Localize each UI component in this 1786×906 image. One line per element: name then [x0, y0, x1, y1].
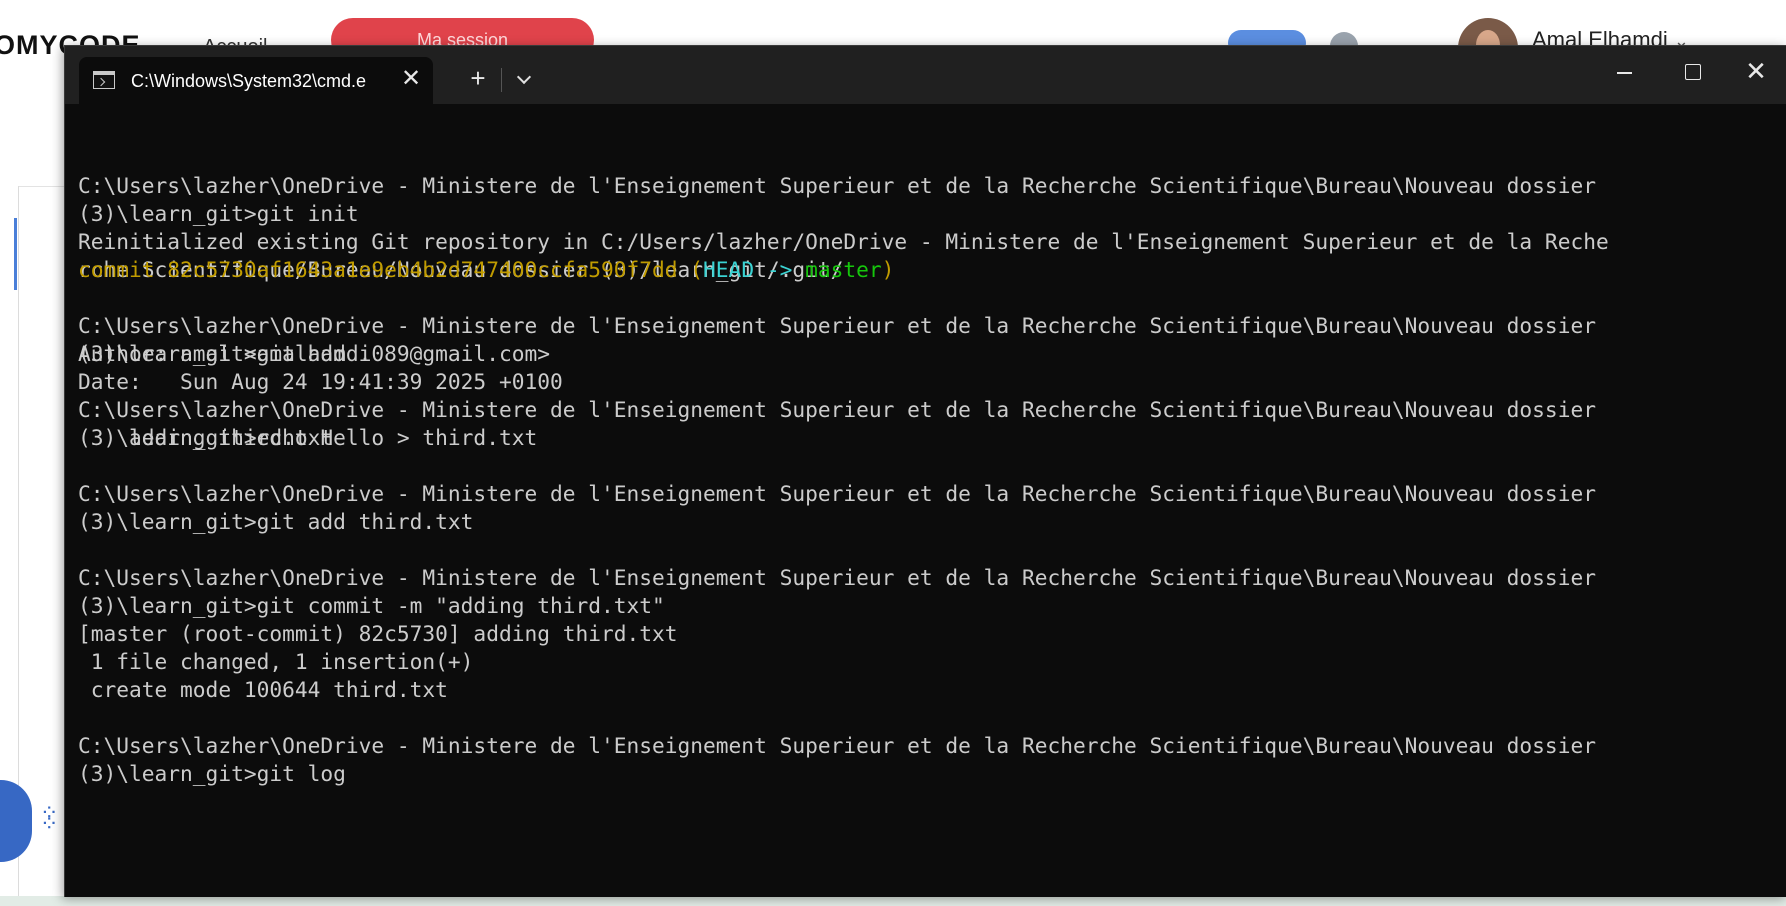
- commit-head-ref: HEAD ->: [703, 257, 793, 282]
- console-line: (3)\learn_git>git commit -m "adding thir…: [78, 593, 665, 618]
- minimize-button[interactable]: [1591, 46, 1657, 96]
- console-line: C:\Users\lazher\OneDrive - Ministere de …: [78, 397, 1596, 422]
- commit-line: commit 82c5730af1643a1e9eb4b2d747400ccfa…: [78, 256, 1758, 284]
- terminal-scrollbar[interactable]: [1775, 106, 1781, 886]
- close-tab-icon[interactable]: ✕: [400, 67, 422, 91]
- console-line: (3)\learn_git>git add third.txt: [78, 509, 474, 534]
- console-line: (3)\learn_git>git init: [78, 201, 359, 226]
- commit-hash: commit 82c5730af1643a1e9eb4b2d747400ccfa…: [78, 257, 678, 282]
- terminal-window[interactable]: C:\Windows\System32\cmd.e ✕ + ✕ C:\Users…: [64, 45, 1786, 897]
- console-line: C:\Users\lazher\OneDrive - Ministere de …: [78, 313, 1596, 338]
- tab-dropdown-button[interactable]: [507, 62, 541, 96]
- console-line: Reinitialized existing Git repository in…: [78, 229, 1609, 254]
- tab-title: C:\Windows\System32\cmd.e: [131, 71, 367, 91]
- console-line: C:\Users\lazher\OneDrive - Ministere de …: [78, 481, 1596, 506]
- console-line: adding third.txt: [78, 425, 334, 450]
- close-window-button[interactable]: ✕: [1723, 46, 1786, 96]
- console-line: (3)\learn_git>git log: [78, 761, 346, 786]
- console-line: Date: Sun Aug 24 19:41:39 2025 +0100: [78, 369, 563, 394]
- console-line: [master (root-commit) 82c5730] adding th…: [78, 621, 678, 646]
- tab-cmd[interactable]: C:\Windows\System32\cmd.e ✕: [79, 57, 433, 104]
- console-output[interactable]: C:\Users\lazher\OneDrive - Ministere de …: [78, 116, 1758, 786]
- console-line: 1 file changed, 1 insertion(+): [78, 649, 474, 674]
- background-footer-strip: [0, 896, 1786, 906]
- console-line: create mode 100644 third.txt: [78, 677, 448, 702]
- commit-branch-ref: master: [805, 257, 882, 282]
- console-line: C:\Users\lazher\OneDrive - Ministere de …: [78, 565, 1596, 590]
- console-line: C:\Users\lazher\OneDrive - Ministere de …: [78, 733, 1596, 758]
- commit-ref-close: ): [881, 257, 895, 282]
- terminal-titlebar[interactable]: C:\Windows\System32\cmd.e ✕ + ✕: [65, 46, 1786, 104]
- console-lines: C:\Users\lazher\OneDrive - Ministere de …: [78, 172, 1758, 786]
- new-tab-button[interactable]: +: [458, 62, 498, 96]
- tab-separator: [501, 68, 502, 92]
- sidebar-header: [0, 96, 66, 187]
- console-line: Author: amal <amalhamdi089@gmail.com>: [78, 341, 550, 366]
- drag-handle-icon[interactable]: ⁘ ⁘: [40, 802, 60, 839]
- console-after-lines: Author: amal <amalhamdi089@gmail.com> Dat…: [78, 340, 1758, 450]
- cmd-icon: [93, 71, 115, 89]
- commit-ref-space: [792, 257, 805, 282]
- sidebar-active-indicator: [14, 218, 17, 290]
- commit-ref-open: (: [677, 257, 704, 282]
- console-line: C:\Users\lazher\OneDrive - Ministere de …: [78, 173, 1596, 198]
- maximize-button[interactable]: [1659, 46, 1725, 96]
